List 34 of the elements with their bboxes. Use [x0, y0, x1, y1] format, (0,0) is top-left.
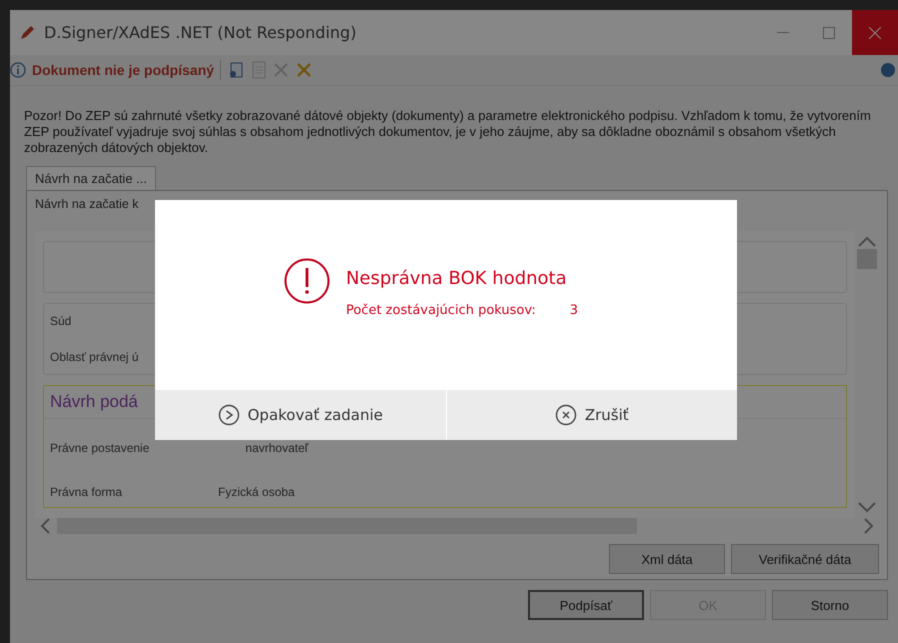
- field-value: navrhovateľ: [245, 441, 308, 455]
- attempts-count: 3: [570, 303, 578, 318]
- panel-button[interactable]: Verifikačné dáta: [731, 544, 879, 574]
- dialog-button[interactable]: Storno: [772, 590, 888, 620]
- field-label: Oblasť právnej ú: [50, 350, 139, 364]
- pen-icon: [18, 24, 36, 42]
- attempts-label: Počet zostávajúcich pokusov:: [346, 303, 536, 318]
- window-title: D.Signer/XAdES .NET (Not Responding): [44, 23, 356, 42]
- field-value: Fyzická osoba: [218, 485, 295, 499]
- info-icon: [10, 62, 26, 78]
- document-icon[interactable]: [251, 61, 268, 79]
- document-gear-icon[interactable]: [227, 61, 246, 79]
- scroll-right-icon[interactable]: [863, 518, 875, 534]
- error-title: Nesprávna BOK hodnota: [346, 268, 568, 289]
- field-label: Právna forma: [50, 485, 122, 499]
- field-label: Súd: [50, 314, 72, 328]
- panel-button[interactable]: Xml dáta: [609, 544, 725, 574]
- minimize-icon[interactable]: [777, 32, 789, 34]
- document-tab[interactable]: Návrh na začatie ...: [26, 166, 156, 190]
- field-label: Právne postavenie: [50, 441, 150, 455]
- delete-icon[interactable]: [273, 62, 290, 78]
- close-circle-icon: [554, 404, 577, 426]
- scroll-up-icon[interactable]: [858, 235, 876, 247]
- close-icon: [869, 26, 881, 38]
- maximize-icon[interactable]: [823, 26, 835, 38]
- signature-status: Dokument nie je podpísaný: [32, 62, 214, 78]
- error-icon: [284, 258, 330, 304]
- scroll-left-icon[interactable]: [39, 518, 51, 534]
- chevron-circle-icon: [218, 404, 240, 426]
- scrollbar-thumb[interactable]: [857, 249, 877, 269]
- warning-text: Pozor! Do ZEP sú zahrnuté všetky zobrazované dátové objekty (dokumenty) a parametre elektronického podpisu. Vzhľadom k tomu, že vytvorením ZEP používateľ vyjadruje svoj súhlas s obsahom jednotlivých dokumentov, je v jeho záujme, aby sa dôkladne oboznámil s obsahom všetkých zobrazených dátových objektov.: [24, 108, 872, 156]
- scroll-down-icon[interactable]: [858, 502, 876, 514]
- document-heading: Návrh na začatie k: [35, 197, 140, 211]
- dialog-button[interactable]: Podpísať: [528, 590, 644, 620]
